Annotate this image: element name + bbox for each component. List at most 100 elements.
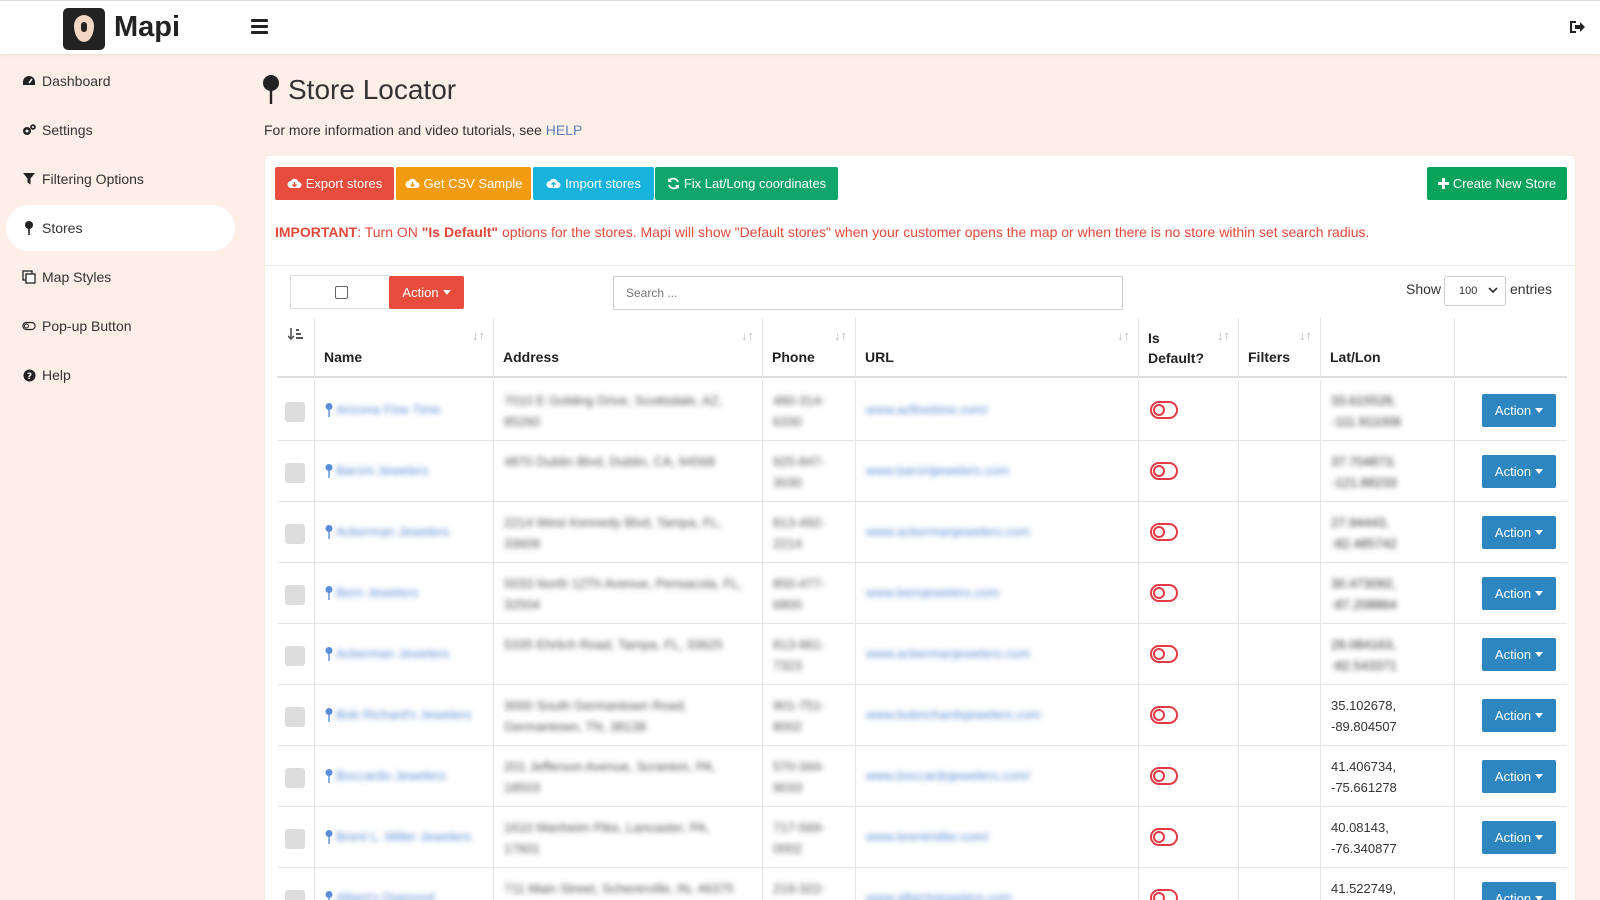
fix-latlong-button[interactable]: Fix Lat/Long coordinates [655,167,838,200]
help-link[interactable]: HELP [546,122,583,138]
store-url-link[interactable]: www.azfinetime.com/ [866,402,988,417]
row-action-button[interactable]: Action [1482,516,1556,549]
sidebar-item-stores[interactable]: Stores [6,205,235,251]
select-all-checkbox[interactable] [335,286,348,299]
row-checkbox[interactable] [285,646,305,666]
is-default-toggle[interactable] [1150,889,1178,900]
is-default-toggle[interactable] [1150,462,1178,480]
bulk-action-button[interactable]: Action [389,276,464,309]
app-name[interactable]: Mapi [114,11,180,44]
is-default-toggle[interactable] [1150,523,1178,541]
store-name-link[interactable]: Bern Jewelers [325,585,418,600]
notice-highlight: "Is Default" [421,224,499,240]
store-name-link[interactable]: Ackerman Jewelers [325,524,449,539]
row-checkbox[interactable] [285,829,305,849]
store-url-link[interactable]: www.baronijewelers.com [866,463,1009,478]
search-input[interactable]: Search ... [613,276,1123,310]
menu-toggle-icon[interactable] [251,19,268,34]
latlon-cell: 35.102678, -89.804507 [1321,685,1455,746]
phone-column-header[interactable]: Phone ↓↑ [763,318,856,378]
page-size-select[interactable]: 100 [1444,276,1506,306]
store-url-link[interactable]: www.boccardojewelers.com/ [866,768,1030,783]
is-default-toggle[interactable] [1150,706,1178,724]
filters-cell [1239,868,1321,900]
get-csv-sample-button[interactable]: Get CSV Sample [396,167,531,200]
store-name-link[interactable]: Arizona Fine Time [325,402,441,417]
row-action-button[interactable]: Action [1482,699,1556,732]
is-default-toggle[interactable] [1150,401,1178,419]
store-url-link[interactable]: www.ackermanjewelers.com [866,646,1030,661]
divider [265,265,1575,266]
store-name-link[interactable]: Baroni Jewelers [325,463,429,478]
logout-icon[interactable] [1568,18,1586,36]
row-checkbox[interactable] [285,524,305,544]
import-stores-button[interactable]: Import stores [533,167,654,200]
row-action-button[interactable]: Action [1482,577,1556,610]
name-column-header[interactable]: Name ↓↑ [315,318,494,378]
row-checkbox[interactable] [285,585,305,605]
filters-cell [1239,441,1321,502]
store-name-link[interactable]: Albert's Diamond [325,890,435,900]
store-url-link[interactable]: www.bernjewelers.com [866,585,999,600]
store-address: 1610 Manheim Pike, Lancaster, PA, 17601 [504,820,710,856]
sort-icon: ↓↑ [1299,328,1312,343]
row-action-button[interactable]: Action [1482,821,1556,854]
sidebar-item-settings[interactable]: Settings [6,107,235,153]
store-url-link[interactable]: www.ackermanjewelers.com [866,524,1030,539]
is-default-toggle[interactable] [1150,767,1178,785]
row-checkbox[interactable] [285,402,305,422]
url-column-header[interactable]: URL ↓↑ [856,318,1139,378]
cloud-download-icon [287,178,302,188]
filters-column-header[interactable]: Filters ↓↑ [1239,318,1321,378]
sort-column-header[interactable] [277,318,315,378]
page-title-text: Store Locator [288,74,457,105]
sidebar-item-map-styles[interactable]: Map Styles [6,254,235,300]
row-checkbox[interactable] [285,707,305,727]
row-action-button[interactable]: Action [1482,394,1556,427]
store-name-link[interactable]: Ackerman Jewelers [325,646,449,661]
address-column-header[interactable]: Address ↓↑ [494,318,763,378]
phone-cell: 570-344- 9033 [763,746,856,807]
sidebar-item-popup-button[interactable]: Pop-up Button [6,303,235,349]
is-default-toggle[interactable] [1150,584,1178,602]
row-action-button[interactable]: Action [1482,638,1556,671]
row-checkbox[interactable] [285,768,305,788]
name-cell: Brent L. Miller Jewelers [315,807,494,868]
is-default-toggle[interactable] [1150,828,1178,846]
table-row: Baroni Jewelers 4870 Dublin Blvd, Dublin… [277,441,1567,502]
store-name: Bern Jewelers [336,585,419,600]
store-name-link[interactable]: Boccardo Jewelers [325,768,446,783]
actions-cell: Action [1455,441,1567,502]
caret-down-icon [1535,408,1544,413]
store-url-link[interactable]: www.albertsjewelers.com [866,890,1012,900]
is-default-column-header[interactable]: Is Default? ↓↑ [1139,318,1239,378]
store-name-link[interactable]: Bob Richard's Jewelers [325,707,471,722]
create-new-store-button[interactable]: Create New Store [1427,167,1567,200]
row-checkbox[interactable] [285,890,305,900]
sidebar-item-dashboard[interactable]: Dashboard [6,58,235,104]
mapi-logo-icon[interactable] [63,8,105,50]
sidebar-item-label: Map Styles [42,269,112,285]
filters-cell [1239,380,1321,441]
store-url-link[interactable]: www.brentmiller.com/ [866,829,989,844]
actions-cell: Action [1455,685,1567,746]
store-name: Boccardo Jewelers [336,768,446,783]
sidebar-item-help[interactable]: ? Help [6,352,235,398]
store-url-link[interactable]: www.bobrichardsjewelers.com [866,707,1041,722]
row-action-button[interactable]: Action [1482,882,1556,900]
row-action-button[interactable]: Action [1482,760,1556,793]
row-checkbox[interactable] [285,463,305,483]
row-select-cell [277,380,315,441]
export-stores-button[interactable]: Export stores [275,167,394,200]
store-name: Albert's Diamond [336,890,435,900]
sort-icon: ↓↑ [472,328,485,343]
store-latlon: 33.615528, -111.911006 [1331,393,1402,429]
row-action-button[interactable]: Action [1482,455,1556,488]
sidebar-item-filtering-options[interactable]: Filtering Options [6,156,235,202]
store-name-link[interactable]: Brent L. Miller Jewelers [325,829,471,844]
store-phone: 480-314- 6330 [773,393,826,429]
latlon-cell: 41.406734, -75.661278 [1321,746,1455,807]
is-default-toggle[interactable] [1150,645,1178,663]
store-address: 5335 Ehrlich Road, Tampa, FL, 33625 [504,637,723,652]
filters-cell [1239,502,1321,563]
